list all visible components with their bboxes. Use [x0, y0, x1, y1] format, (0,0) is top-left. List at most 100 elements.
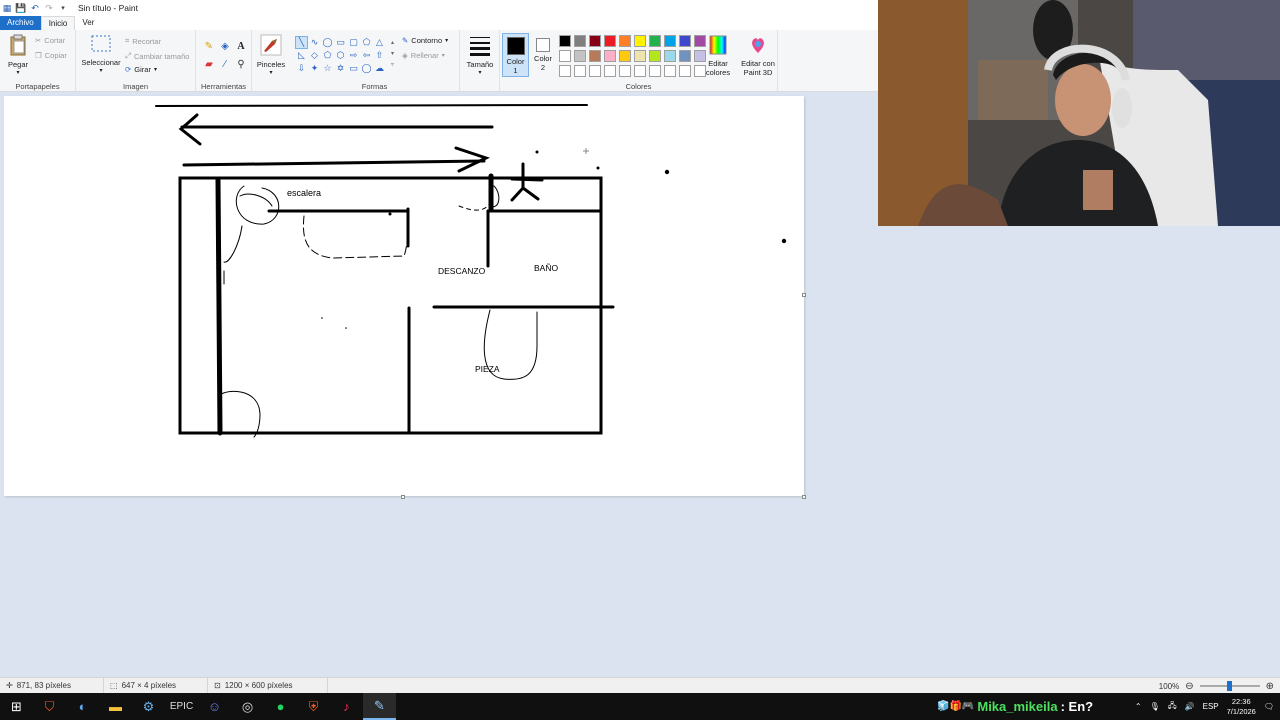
- color-swatch[interactable]: [619, 65, 631, 77]
- zoom-in-icon[interactable]: ⊕: [1266, 681, 1274, 692]
- oval-shape-icon[interactable]: ◯: [321, 36, 334, 49]
- polygon-shape-icon[interactable]: ⬠: [360, 36, 373, 49]
- color-swatch[interactable]: [649, 35, 661, 47]
- color-swatch[interactable]: [679, 50, 691, 62]
- color-swatch[interactable]: [694, 65, 706, 77]
- right-arrow-shape-icon[interactable]: ⇨: [347, 49, 360, 62]
- color-swatch[interactable]: [604, 65, 616, 77]
- network-icon[interactable]: 🖧: [1168, 700, 1177, 714]
- customize-toolbar-icon[interactable]: ▾: [58, 3, 68, 13]
- tab-view[interactable]: Ver: [75, 16, 101, 30]
- color-swatch[interactable]: [679, 35, 691, 47]
- zoom-slider-thumb[interactable]: [1227, 681, 1233, 691]
- callout-cloud-icon[interactable]: ☁: [373, 62, 386, 75]
- down-arrow-shape-icon[interactable]: ⇩: [295, 62, 308, 75]
- callout-oval-icon[interactable]: ◯: [360, 62, 373, 75]
- brushes-button[interactable]: Pinceles ▾: [255, 34, 287, 76]
- rounded-rectangle-shape-icon[interactable]: ▢: [347, 36, 360, 49]
- drawing-canvas[interactable]: escalera DESCANZO BAÑO PIEZA: [4, 96, 804, 496]
- color-swatch[interactable]: [574, 50, 586, 62]
- right-triangle-shape-icon[interactable]: ◺: [295, 49, 308, 62]
- paste-button[interactable]: Pegar ▾: [4, 34, 32, 76]
- rotate-button[interactable]: ⟳ Girar ▾: [125, 65, 157, 74]
- clock[interactable]: 22:36 7/1/2026: [1227, 697, 1256, 717]
- pencil-icon[interactable]: ✎: [203, 40, 215, 52]
- windows-start-icon[interactable]: ⊞: [0, 693, 33, 720]
- eraser-icon[interactable]: ▰: [203, 58, 215, 70]
- language-indicator[interactable]: ESP: [1203, 702, 1219, 711]
- color-swatch[interactable]: [664, 50, 676, 62]
- select-button[interactable]: Seleccionar ▾: [79, 34, 123, 74]
- obs-icon[interactable]: ◎: [231, 693, 264, 720]
- steam-icon[interactable]: ⚙: [132, 693, 165, 720]
- color-swatch[interactable]: [664, 35, 676, 47]
- color-swatch[interactable]: [679, 65, 691, 77]
- color-swatch[interactable]: [634, 35, 646, 47]
- spotify-icon[interactable]: ●: [264, 693, 297, 720]
- diamond-shape-icon[interactable]: ◇: [308, 49, 321, 62]
- resize-handle-corner[interactable]: [802, 495, 806, 499]
- copilot-icon[interactable]: ◐: [66, 693, 99, 720]
- color-swatch[interactable]: [574, 35, 586, 47]
- up-arrow-shape-icon[interactable]: ⇧: [373, 49, 386, 62]
- magnifier-icon[interactable]: ⚲: [235, 58, 247, 70]
- color-swatch[interactable]: [634, 65, 646, 77]
- left-arrow-shape-icon[interactable]: ⇦: [360, 49, 373, 62]
- color1-button[interactable]: Color 1: [502, 33, 529, 77]
- callout-rect-icon[interactable]: ▭: [347, 62, 360, 75]
- fill-bucket-icon[interactable]: ◈: [219, 40, 231, 52]
- discord-icon[interactable]: ☺: [198, 693, 231, 720]
- color-swatch[interactable]: [589, 35, 601, 47]
- color-swatch[interactable]: [634, 50, 646, 62]
- zoom-out-icon[interactable]: ⊖: [1185, 681, 1193, 692]
- fill-button[interactable]: ◈ Rellenar ▾: [402, 51, 445, 60]
- color-swatch[interactable]: [559, 50, 571, 62]
- four-point-star-icon[interactable]: ✦: [308, 62, 321, 75]
- color2-button[interactable]: Color 2: [531, 36, 555, 72]
- notifications-icon[interactable]: 🗨: [1264, 702, 1274, 711]
- redo-icon[interactable]: ↷: [44, 3, 54, 13]
- five-point-star-icon[interactable]: ☆: [321, 62, 334, 75]
- copy-button[interactable]: ❐ Copiar: [35, 51, 67, 60]
- outline-button[interactable]: ✎ Contorno ▾: [402, 36, 448, 45]
- shapes-scroll[interactable]: ▴ ▾ ▿: [391, 38, 394, 71]
- brave-shield-icon[interactable]: ⛉: [33, 693, 66, 720]
- volume-icon[interactable]: 🔊: [1185, 702, 1195, 711]
- resize-handle-right[interactable]: [802, 293, 806, 297]
- color-swatch[interactable]: [589, 65, 601, 77]
- cut-button[interactable]: ✂ Cortar: [35, 36, 65, 45]
- paint3d-button[interactable]: Editar con Paint 3D: [738, 35, 778, 77]
- tiktok-icon[interactable]: ♪: [330, 693, 363, 720]
- file-explorer-icon[interactable]: ▬: [99, 693, 132, 720]
- chevron-up-icon[interactable]: ⌃: [1135, 702, 1142, 711]
- size-button[interactable]: Tamaño ▾: [464, 34, 496, 76]
- color-swatch[interactable]: [604, 50, 616, 62]
- microphone-icon[interactable]: 🎙: [1150, 702, 1160, 711]
- paint-taskbar-icon[interactable]: ✎: [363, 693, 396, 720]
- curve-shape-icon[interactable]: ∿: [308, 36, 321, 49]
- line-shape-icon[interactable]: ╲: [295, 36, 308, 49]
- undo-icon[interactable]: ↶: [30, 3, 40, 13]
- color-swatch[interactable]: [649, 65, 661, 77]
- color-swatch[interactable]: [694, 35, 706, 47]
- zoom-slider[interactable]: [1199, 681, 1260, 691]
- color-swatch[interactable]: [604, 35, 616, 47]
- epic-games-icon[interactable]: EPIC: [165, 693, 198, 720]
- color-swatch[interactable]: [649, 50, 661, 62]
- pentagon-shape-icon[interactable]: ⬠: [321, 49, 334, 62]
- tab-file[interactable]: Archivo: [0, 16, 41, 30]
- text-tool-icon[interactable]: A: [235, 40, 247, 52]
- six-point-star-icon[interactable]: ✡: [334, 62, 347, 75]
- color-swatch[interactable]: [589, 50, 601, 62]
- resize-handle-bottom[interactable]: [401, 495, 405, 499]
- color-swatch[interactable]: [664, 65, 676, 77]
- color-swatch[interactable]: [559, 65, 571, 77]
- brave-icon[interactable]: ⛨: [297, 693, 330, 720]
- save-icon[interactable]: 💾: [15, 3, 26, 13]
- color-swatch[interactable]: [574, 65, 586, 77]
- crop-button[interactable]: ⌗ Recortar: [125, 36, 161, 46]
- color-swatch[interactable]: [694, 50, 706, 62]
- tab-home[interactable]: Inicio: [40, 16, 76, 30]
- color-swatch[interactable]: [619, 35, 631, 47]
- rectangle-shape-icon[interactable]: ▭: [334, 36, 347, 49]
